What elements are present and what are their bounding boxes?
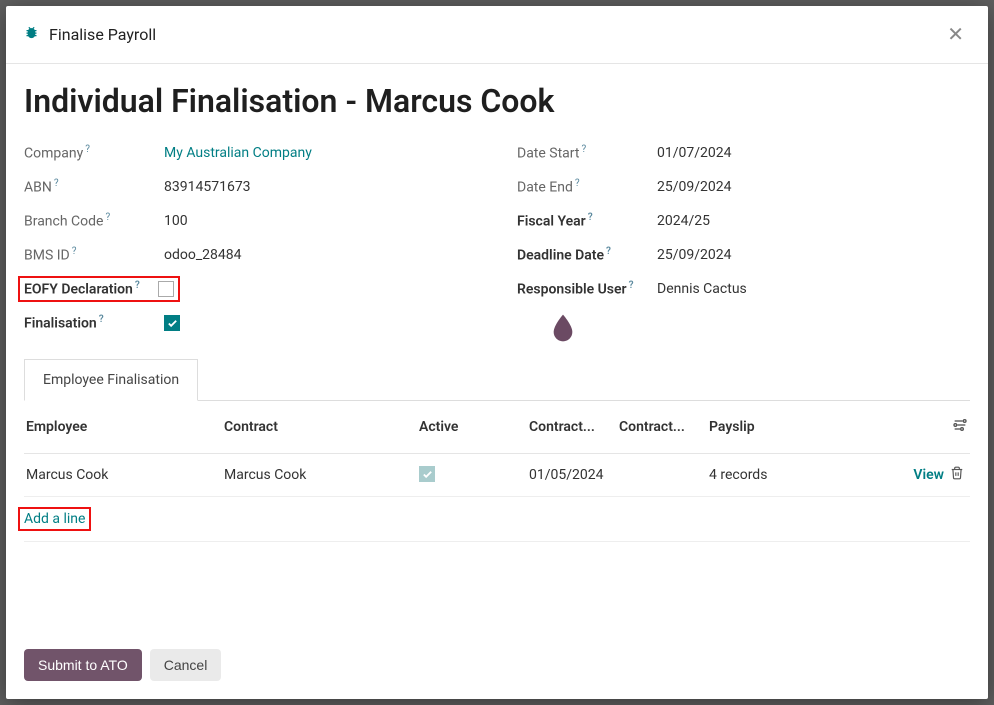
help-icon[interactable]: ? — [105, 212, 110, 223]
help-icon[interactable]: ? — [135, 280, 140, 291]
tabs: Employee Finalisation — [24, 358, 970, 400]
modal-title: Finalise Payroll — [49, 25, 941, 44]
form-grid: Company? My Australian Company ABN? 8391… — [24, 136, 970, 344]
company-value[interactable]: My Australian Company — [164, 145, 312, 161]
finalisation-checkbox[interactable] — [164, 315, 180, 331]
table-row[interactable]: Marcus Cook Marcus Cook 01/05/2024 4 rec… — [24, 454, 970, 497]
bug-icon[interactable] — [24, 25, 39, 44]
form-col-right: Date Start? 01/07/2024 Date End? 25/09/2… — [517, 136, 970, 344]
cell-contract: Marcus Cook — [224, 454, 419, 497]
page-title: Individual Finalisation - Marcus Cook — [24, 82, 970, 120]
modal-body: Individual Finalisation - Marcus Cook Co… — [6, 64, 988, 635]
th-active[interactable]: Active — [419, 401, 529, 454]
cell-payslip: 4 records — [709, 454, 909, 497]
th-employee[interactable]: Employee — [24, 401, 224, 454]
deadline-label: Deadline Date? — [517, 246, 657, 264]
submit-to-ato-button[interactable]: Submit to ATO — [24, 649, 142, 681]
bms-id-value: odoo_28484 — [164, 247, 242, 263]
employee-table: Employee Contract Active Contract... Con… — [24, 400, 970, 582]
add-line-highlight: Add a line — [18, 507, 91, 531]
branch-code-value: 100 — [164, 213, 188, 229]
cell-employee: Marcus Cook — [24, 454, 224, 497]
help-icon[interactable]: ? — [606, 246, 611, 257]
form-col-left: Company? My Australian Company ABN? 8391… — [24, 136, 477, 344]
help-icon[interactable]: ? — [72, 246, 77, 257]
responsible-value: Dennis Cactus — [657, 281, 747, 297]
eofy-highlight: EOFY Declaration? — [18, 276, 180, 302]
table-settings-icon[interactable] — [950, 401, 970, 454]
trash-icon[interactable] — [950, 468, 964, 484]
finalise-payroll-modal: Finalise Payroll ✕ Individual Finalisati… — [6, 6, 988, 699]
help-icon[interactable]: ? — [588, 212, 593, 223]
th-contract-start[interactable]: Contract... — [529, 401, 619, 454]
abn-value: 83914571673 — [164, 179, 251, 195]
help-icon[interactable]: ? — [85, 144, 90, 155]
drop-icon — [547, 312, 579, 344]
cancel-button[interactable]: Cancel — [150, 649, 222, 681]
fiscal-year-label: Fiscal Year? — [517, 212, 657, 230]
finalisation-label: Finalisation? — [24, 314, 164, 332]
eofy-checkbox[interactable] — [158, 281, 174, 297]
active-checkbox-readonly — [419, 466, 435, 482]
company-label: Company? — [24, 144, 164, 162]
close-icon: ✕ — [947, 24, 964, 46]
modal-footer: Submit to ATO Cancel — [6, 635, 988, 699]
fiscal-year-value: 2024/25 — [657, 213, 710, 229]
date-end-value: 25/09/2024 — [657, 179, 732, 195]
th-contract[interactable]: Contract — [224, 401, 419, 454]
add-line-row: Add a line — [24, 497, 970, 542]
th-contract-end[interactable]: Contract... — [619, 401, 709, 454]
date-end-label: Date End? — [517, 178, 657, 196]
help-icon[interactable]: ? — [54, 178, 59, 189]
abn-label: ABN? — [24, 178, 164, 196]
eofy-label: EOFY Declaration? — [24, 280, 140, 298]
view-link[interactable]: View — [913, 467, 944, 483]
help-icon[interactable]: ? — [99, 314, 104, 325]
add-line-link[interactable]: Add a line — [24, 511, 85, 527]
date-start-label: Date Start? — [517, 144, 657, 162]
cell-active — [419, 454, 529, 497]
cell-contract-start: 01/05/2024 — [529, 454, 619, 497]
modal-header: Finalise Payroll ✕ — [6, 6, 988, 64]
th-payslip[interactable]: Payslip — [709, 401, 909, 454]
help-icon[interactable]: ? — [575, 178, 580, 189]
close-button[interactable]: ✕ — [941, 20, 970, 49]
date-start-value: 01/07/2024 — [657, 145, 732, 161]
cell-contract-end — [619, 454, 709, 497]
bms-id-label: BMS ID? — [24, 246, 164, 264]
help-icon[interactable]: ? — [581, 144, 586, 155]
deadline-value: 25/09/2024 — [657, 247, 732, 263]
tab-employee-finalisation[interactable]: Employee Finalisation — [24, 359, 198, 401]
branch-code-label: Branch Code? — [24, 212, 164, 230]
responsible-label: Responsible User? — [517, 280, 657, 298]
help-icon[interactable]: ? — [629, 280, 634, 291]
